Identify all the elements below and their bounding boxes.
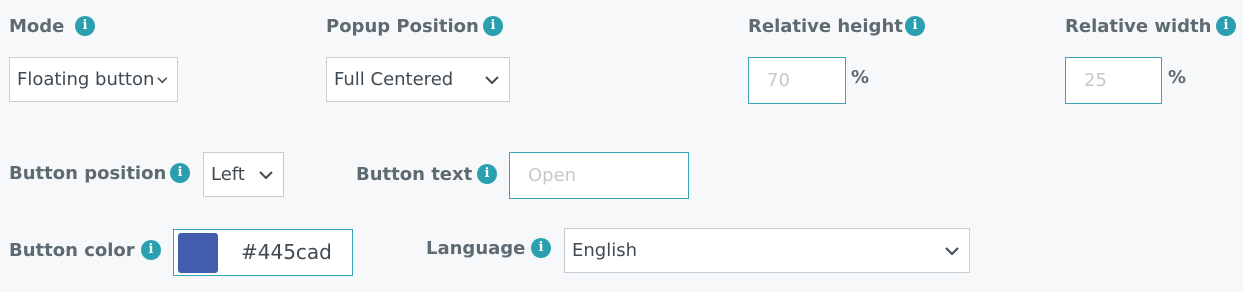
relative-height-input[interactable] xyxy=(749,58,845,103)
chevron-down-icon xyxy=(485,75,499,84)
language-info-icon[interactable]: i xyxy=(531,238,551,258)
button-color-label: Button color xyxy=(9,240,135,261)
language-select-value: English xyxy=(572,240,637,261)
button-text-field[interactable] xyxy=(509,152,689,199)
mode-select[interactable]: Floating button xyxy=(9,57,178,102)
popup-position-label: Popup Position xyxy=(326,16,479,37)
chevron-down-icon xyxy=(945,246,959,255)
language-select[interactable]: English xyxy=(564,228,970,273)
relative-width-unit: % xyxy=(1168,67,1187,88)
relative-height-field[interactable] xyxy=(748,57,846,104)
relative-height-label: Relative height xyxy=(748,16,903,37)
relative-height-info-icon[interactable]: i xyxy=(905,16,925,36)
button-text-input[interactable] xyxy=(510,153,688,198)
button-position-label: Button position xyxy=(9,163,167,184)
popup-position-select-value: Full Centered xyxy=(334,69,454,90)
relative-width-info-icon[interactable]: i xyxy=(1216,16,1236,36)
button-color-info-icon[interactable]: i xyxy=(141,240,161,260)
button-color-value: #445cad xyxy=(241,240,332,264)
button-text-info-icon[interactable]: i xyxy=(477,164,497,184)
chevron-down-icon xyxy=(157,76,168,83)
mode-info-icon[interactable]: i xyxy=(75,16,95,36)
button-position-select-value: Left xyxy=(211,164,245,185)
relative-width-field[interactable] xyxy=(1065,57,1162,104)
language-label: Language xyxy=(426,238,526,259)
button-text-label: Button text xyxy=(356,164,473,185)
button-position-info-icon[interactable]: i xyxy=(170,163,190,183)
mode-label: Mode xyxy=(9,16,65,37)
popup-position-select[interactable]: Full Centered xyxy=(326,57,510,102)
relative-width-input[interactable] xyxy=(1066,58,1161,103)
popup-position-info-icon[interactable]: i xyxy=(483,16,503,36)
button-color-field[interactable]: #445cad xyxy=(173,229,353,276)
color-swatch[interactable] xyxy=(178,233,218,273)
relative-height-unit: % xyxy=(851,67,870,88)
chevron-down-icon xyxy=(259,170,273,179)
button-position-select[interactable]: Left xyxy=(203,152,284,197)
mode-select-value: Floating button xyxy=(17,69,155,90)
relative-width-label: Relative width xyxy=(1065,16,1212,37)
